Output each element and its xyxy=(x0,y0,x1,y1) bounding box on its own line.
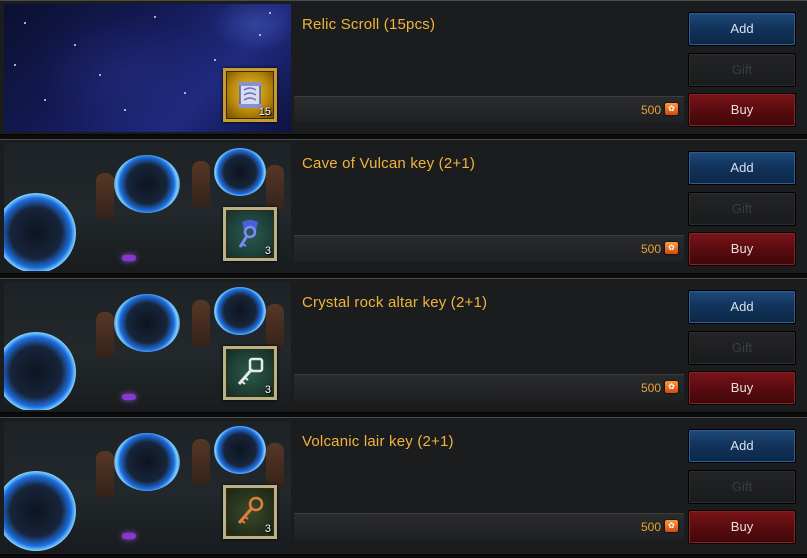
item-quantity: 3 xyxy=(264,384,271,396)
shop-item-row: 3 Volcanic lair key (2+1) 500 ✿ Add Gift… xyxy=(0,417,807,555)
add-button[interactable]: Add xyxy=(688,151,796,185)
item-banner-image: 3 xyxy=(4,282,291,410)
item-quantity: 3 xyxy=(264,523,271,535)
item-price: 500 xyxy=(640,103,661,117)
silver-key-icon[interactable]: 3 xyxy=(223,346,277,400)
item-banner-image: 3 xyxy=(4,421,291,552)
item-title: Cave of Vulcan key (2+1) xyxy=(302,155,476,172)
price-bar: 500 ✿ xyxy=(294,374,684,401)
item-quantity: 3 xyxy=(264,245,271,257)
gift-button[interactable]: Gift xyxy=(688,470,796,504)
price-bar: 500 ✿ xyxy=(294,96,684,123)
shop-item-row: 3 Cave of Vulcan key (2+1) 500 ✿ Add Gif… xyxy=(0,139,807,274)
add-button[interactable]: Add xyxy=(688,12,796,46)
item-title: Crystal rock altar key (2+1) xyxy=(302,294,488,311)
coin-icon: ✿ xyxy=(665,381,678,393)
item-title: Volcanic lair key (2+1) xyxy=(302,433,454,450)
coin-icon: ✿ xyxy=(665,520,678,532)
buy-button[interactable]: Buy xyxy=(688,510,796,544)
add-button[interactable]: Add xyxy=(688,290,796,324)
shop-item-row: 3 Crystal rock altar key (2+1) 500 ✿ Add… xyxy=(0,278,807,413)
shop-item-row: 15 Relic Scroll (15pcs) 500 ✿ Add Gift B… xyxy=(0,0,807,135)
item-price: 500 xyxy=(640,520,661,534)
coin-icon: ✿ xyxy=(665,242,678,254)
gift-button[interactable]: Gift xyxy=(688,53,796,87)
buy-button[interactable]: Buy xyxy=(688,371,796,405)
price-bar: 500 ✿ xyxy=(294,235,684,262)
price-bar: 500 ✿ xyxy=(294,513,684,540)
item-price: 500 xyxy=(640,242,661,256)
item-title: Relic Scroll (15pcs) xyxy=(302,16,436,33)
relic-scroll-icon[interactable]: 15 xyxy=(223,68,277,122)
gift-button[interactable]: Gift xyxy=(688,192,796,226)
buy-button[interactable]: Buy xyxy=(688,93,796,127)
item-banner-image: 3 xyxy=(4,143,291,271)
item-quantity: 15 xyxy=(258,106,271,118)
coin-icon: ✿ xyxy=(665,103,678,115)
item-price: 500 xyxy=(640,381,661,395)
blue-key-icon[interactable]: 3 xyxy=(223,207,277,261)
add-button[interactable]: Add xyxy=(688,429,796,463)
gift-button[interactable]: Gift xyxy=(688,331,796,365)
bronze-key-icon[interactable]: 3 xyxy=(223,485,277,539)
item-banner-image: 15 xyxy=(4,4,291,132)
buy-button[interactable]: Buy xyxy=(688,232,796,266)
shop-item-list: 15 Relic Scroll (15pcs) 500 ✿ Add Gift B… xyxy=(0,0,807,558)
